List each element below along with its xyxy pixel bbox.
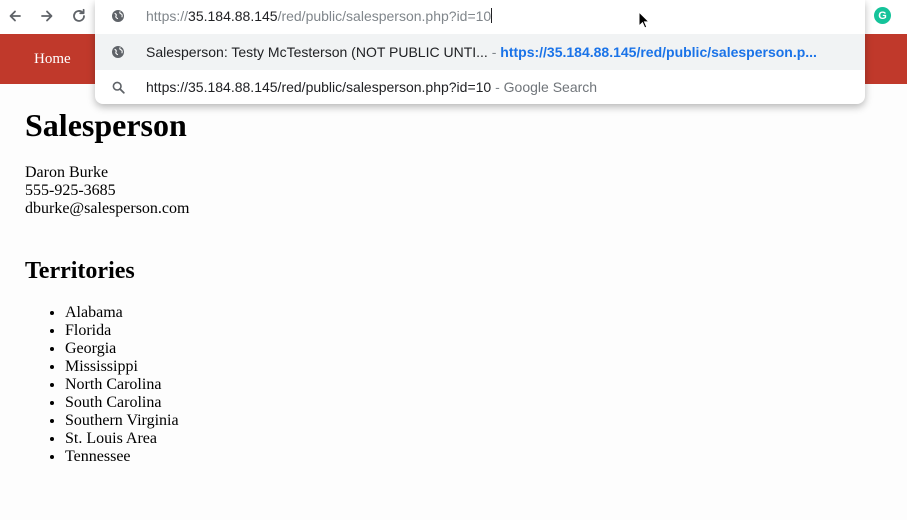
arrow-left-icon <box>9 10 21 22</box>
list-item: St. Louis Area <box>65 430 179 448</box>
list-item: Tennessee <box>65 448 179 466</box>
suggestion-separator: - <box>487 44 501 60</box>
list-item: South Carolina <box>65 394 179 412</box>
list-item: Alabama <box>65 304 179 322</box>
page-title: Salesperson <box>25 107 187 143</box>
list-item: Mississippi <box>65 358 179 376</box>
search-icon <box>110 79 126 95</box>
suggestion-url: https://35.184.88.145/red/public/salespe… <box>500 44 817 60</box>
url-host: 35.184.88.145 <box>188 8 278 24</box>
contact-info: Daron Burke 555-925-3685 dburke@salesper… <box>25 164 189 218</box>
address-bar-text: https://35.184.88.145/red/public/salespe… <box>146 8 853 24</box>
globe-icon <box>110 44 126 60</box>
grammarly-extension-icon[interactable]: G <box>874 7 891 24</box>
home-link[interactable]: Home <box>34 51 71 68</box>
url-path: /red/public/salesperson.php?id=10 <box>277 8 492 24</box>
list-item: North Carolina <box>65 376 179 394</box>
territory-list: Alabama Florida Georgia Mississippi Nort… <box>25 304 179 466</box>
reload-icon <box>73 8 85 22</box>
address-bar-input[interactable]: https://35.184.88.145/red/public/salespe… <box>95 0 865 32</box>
suggestion-query: https://35.184.88.145/red/public/salespe… <box>146 79 492 95</box>
back-button[interactable] <box>4 5 26 27</box>
arrow-right-icon <box>41 10 53 22</box>
list-item: Southern Virginia <box>65 412 179 430</box>
list-item: Florida <box>65 322 179 340</box>
suggestion-source: Google Search <box>503 79 598 95</box>
forward-button[interactable] <box>36 5 58 27</box>
url-scheme: https:// <box>146 8 189 24</box>
list-item: Georgia <box>65 340 179 358</box>
text-caret <box>491 8 493 23</box>
suggestion-text: https://35.184.88.145/red/public/salespe… <box>146 79 853 95</box>
salesperson-name: Daron Burke <box>25 164 109 181</box>
mouse-cursor-icon <box>638 10 651 34</box>
salesperson-phone: 555-925-3685 <box>25 182 116 199</box>
globe-icon <box>110 8 126 24</box>
reload-button[interactable] <box>68 5 90 27</box>
territories-heading: Territories <box>25 258 135 284</box>
omnibox-suggestion-history[interactable]: Salesperson: Testy McTesterson (NOT PUBL… <box>95 34 865 70</box>
suggestion-title: Salesperson: Testy McTesterson (NOT PUBL… <box>146 44 488 60</box>
omnibox-suggestion-search[interactable]: https://35.184.88.145/red/public/salespe… <box>95 70 865 104</box>
suggestion-separator: - <box>491 79 504 95</box>
omnibox-dropdown: https://35.184.88.145/red/public/salespe… <box>95 0 865 104</box>
suggestion-text: Salesperson: Testy McTesterson (NOT PUBL… <box>146 44 853 60</box>
salesperson-email: dburke@salesperson.com <box>25 200 190 217</box>
